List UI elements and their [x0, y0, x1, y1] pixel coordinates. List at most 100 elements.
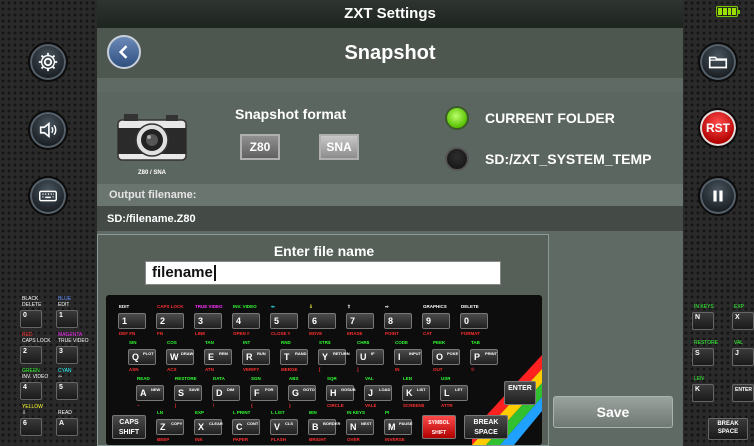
pause-button[interactable]	[698, 176, 738, 216]
key-9[interactable]: 9 GRAPHICS CAT	[422, 304, 450, 336]
key-bottom-label: VAL$	[365, 403, 377, 408]
text-caret	[213, 265, 216, 282]
key-keyword: NEXT	[361, 421, 372, 426]
side-key-0[interactable]: 0	[20, 310, 42, 328]
settings-gear-button[interactable]	[28, 42, 68, 82]
key-f[interactable]: F FOR SGN {	[250, 376, 278, 408]
key-3[interactable]: 3 TRUE VIDEO LINE	[194, 304, 223, 336]
key-x[interactable]: X CLEAR EXP INK	[194, 410, 223, 442]
key-top-label: ⇨	[385, 304, 389, 309]
side-key-j[interactable]: J	[732, 348, 754, 366]
format-sna-button[interactable]: SNA	[319, 134, 359, 160]
key-z[interactable]: Z COPY LN BEEP	[156, 410, 184, 442]
side-key-x[interactable]: X	[732, 312, 754, 330]
key-w[interactable]: W DRAW COS ACS	[166, 340, 194, 372]
key-0[interactable]: 0 DELETE FORMAT	[460, 304, 488, 336]
key-bottom-label: FORMAT	[461, 331, 480, 336]
camera-icon	[117, 114, 187, 161]
key-keyword: GOSUB	[341, 387, 356, 392]
key-5[interactable]: 5 ⇦ CLOSE #	[270, 304, 298, 336]
key-bottom-label: INK	[195, 437, 203, 442]
reset-button[interactable]: RST	[698, 108, 738, 148]
side-key-5[interactable]: 5	[56, 382, 78, 400]
side-key-s[interactable]: S	[692, 348, 714, 366]
key-caps-shift[interactable]: CAPS SHIFT	[112, 415, 146, 439]
key-bottom-label: {	[251, 403, 253, 408]
side-key-a[interactable]: A	[56, 418, 78, 436]
key-c[interactable]: C CONT L PRINT PAPER	[232, 410, 260, 442]
key-g[interactable]: G GOTO ABS}	[288, 376, 316, 408]
key-top-label: TAB	[471, 340, 480, 345]
open-folder-button[interactable]	[698, 42, 738, 82]
key-e[interactable]: E REM TAN ATN	[204, 340, 232, 372]
side-key-2[interactable]: 2	[20, 346, 42, 364]
key-keyword: LOAD	[379, 387, 391, 392]
main-panel: ZXT Settings Snapshot Z80 / SNA Snapshot…	[97, 0, 683, 446]
key-bottom-label: POINT	[385, 331, 399, 336]
system-temp-radio[interactable]	[445, 147, 469, 171]
key-i[interactable]: I INPUT CODE IN	[394, 340, 422, 372]
key-2[interactable]: 2 CAPS LOCK FN	[156, 304, 184, 336]
key-bottom-label: ~	[137, 403, 140, 408]
side-key-6[interactable]: 6	[20, 418, 42, 436]
key-letter: 0	[464, 316, 470, 326]
key-4[interactable]: 4 INV. VIDEO OPEN #	[232, 304, 260, 336]
key-enter[interactable]: ENTER	[504, 381, 536, 405]
key-a[interactable]: A NEW READ ~	[136, 376, 164, 408]
key-bottom-label: |	[175, 403, 177, 408]
side-key-enter[interactable]: ENTER	[732, 384, 754, 402]
keyboard-icon	[39, 190, 57, 202]
key-y[interactable]: Y RETURN STR$ [	[318, 340, 350, 372]
key-8[interactable]: 8 ⇨ POINT	[384, 304, 412, 336]
key-p[interactable]: P PRINT TAB ©	[470, 340, 498, 372]
key-m[interactable]: M PAUSE PI INVERSE	[384, 410, 412, 442]
key-6[interactable]: 6 ⇩ MOVE	[308, 304, 336, 336]
key-top-label: ⇧	[347, 304, 351, 309]
key-bottom-label: ACS	[167, 367, 177, 372]
current-folder-label: CURRENT FOLDER	[485, 110, 615, 126]
key-letter: K	[406, 388, 413, 398]
key-letter: S	[178, 388, 185, 398]
header-bar: Snapshot	[97, 28, 683, 78]
keyboard-button[interactable]	[28, 176, 68, 216]
key-top-label: RESTORE	[175, 376, 197, 381]
key-v[interactable]: V CLS L LIST FLASH	[270, 410, 298, 442]
key-q[interactable]: Q PLOT SIN ASN	[128, 340, 156, 372]
key-7[interactable]: 7 ⇧ ERASE	[346, 304, 374, 336]
format-z80-button[interactable]: Z80	[240, 134, 280, 160]
side-key-k[interactable]: K	[692, 384, 714, 402]
zx-keyboard: 1 EDIT DEF FN 2 CAPS LOCK FN 3 TRUE VIDEO LINE 4 I…	[106, 295, 542, 445]
key-h[interactable]: H GOSUB SQR CIRCLE	[326, 376, 356, 408]
side-key-break-space[interactable]: BREAK SPACE	[708, 418, 748, 440]
key-bottom-label: CLOSE #	[271, 331, 291, 336]
key-keyword: GOTO	[303, 387, 315, 392]
key-j[interactable]: J LOAD VAL VAL$	[364, 376, 392, 408]
side-key-1[interactable]: 1	[56, 310, 78, 328]
key-bottom-label: [	[319, 367, 321, 372]
key-1[interactable]: 1 EDIT DEF FN	[118, 304, 146, 336]
key-break-space[interactable]: BREAK SPACE	[464, 415, 508, 439]
key-t[interactable]: T RAND RND MERGE	[280, 340, 308, 372]
key-u[interactable]: U IF CHR$]	[356, 340, 384, 372]
key-bottom-label: INVERSE	[385, 437, 405, 442]
key-b[interactable]: B BORDER BIN BRIGHT	[308, 410, 340, 442]
key-bottom-label: OUT	[433, 367, 443, 372]
key-s[interactable]: S SAVE RESTORE |	[174, 376, 202, 408]
side-key-4[interactable]: 4	[20, 382, 42, 400]
key-o[interactable]: O POKE PEEK OUT	[432, 340, 460, 372]
system-temp-label: SD:/ZXT_SYSTEM_TEMP	[485, 151, 652, 167]
key-k[interactable]: K LIST LEN SCREEN$	[402, 376, 430, 408]
key-keyword: LET	[455, 387, 463, 392]
save-button[interactable]: Save	[553, 396, 673, 428]
filename-input[interactable]: filename	[145, 261, 501, 285]
current-folder-radio[interactable]	[445, 106, 469, 130]
side-key-n[interactable]: N	[692, 312, 714, 330]
key-l[interactable]: L LET USR ATTR	[440, 376, 468, 408]
key-symbol-shift[interactable]: SYMBOL SHIFT	[422, 415, 456, 439]
key-d[interactable]: D DIM DATA \	[212, 376, 240, 408]
key-n[interactable]: N NEXT IN KEYS OVER	[346, 410, 374, 442]
sound-button[interactable]	[28, 110, 68, 150]
side-key-3[interactable]: 3	[56, 346, 78, 364]
app-root: BLACK DELETE 0 BLUE EDIT 1 RED CAPS LOCK…	[0, 0, 754, 446]
key-r[interactable]: R RUN INT VERIFY	[242, 340, 270, 372]
